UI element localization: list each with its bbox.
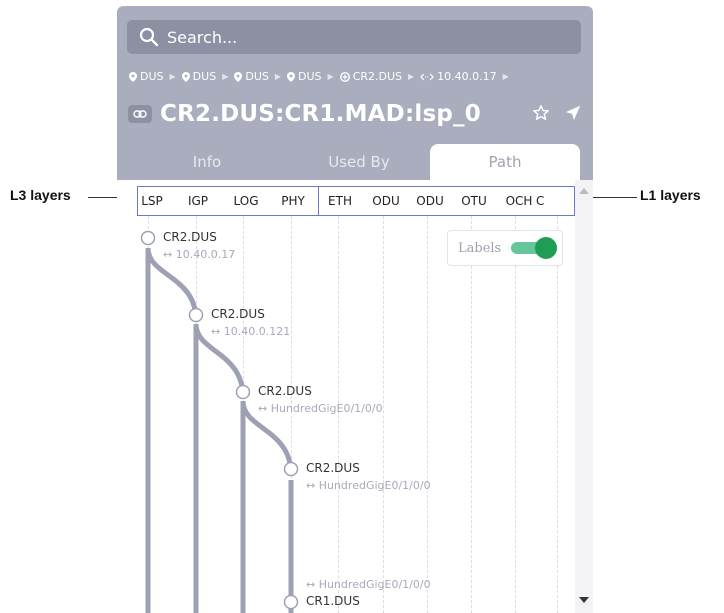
- node-interface-value: HundredGigE0/1/0/0: [270, 402, 383, 415]
- tab-info[interactable]: Info: [132, 144, 282, 180]
- breadcrumb-item[interactable]: 10.40.0.17: [420, 70, 497, 83]
- router-icon: [339, 71, 350, 82]
- location-pin-icon: [129, 71, 137, 82]
- layer-eth[interactable]: ETH: [320, 187, 360, 215]
- node-interface: ↔ HundredGigE0/1/0/0: [306, 479, 431, 492]
- page: L3 layers L1 layers Search... DUS ▶ DUS …: [0, 0, 724, 613]
- title-row: CR2.DUS:CR1.MAD:lsp_0: [128, 98, 582, 130]
- node-name[interactable]: CR2.DUS: [211, 307, 265, 321]
- breadcrumb-label: DUS: [192, 70, 217, 83]
- breadcrumb-item[interactable]: DUS: [234, 70, 269, 83]
- chevron-right-icon: ▶: [408, 72, 415, 81]
- chevron-right-icon: ▶: [502, 72, 509, 81]
- path-node[interactable]: [188, 307, 204, 323]
- layer-log[interactable]: LOG: [226, 187, 266, 215]
- layers-header: LSP IGP LOG PHY ETH ODU ODU OTU OCH C: [137, 186, 575, 216]
- callout-l1-layers: L1 layers: [640, 187, 701, 203]
- node-name[interactable]: CR2.DUS: [306, 461, 360, 475]
- breadcrumb-label: CR2.DUS: [352, 70, 403, 83]
- chevron-right-icon: ▶: [222, 72, 229, 81]
- node-interface-value: HundredGigE0/1/0/0: [318, 479, 431, 492]
- tab-used-by[interactable]: Used By: [284, 144, 434, 180]
- breadcrumb-label: DUS: [245, 70, 269, 83]
- tab-bar: Info Used By Path: [117, 144, 593, 180]
- layer-odu-2[interactable]: ODU: [410, 187, 450, 215]
- layer-lsp[interactable]: LSP: [132, 187, 172, 215]
- location-pin-icon: [287, 71, 296, 82]
- toggle-switch[interactable]: [511, 237, 558, 259]
- search-icon: [139, 27, 159, 47]
- path-node[interactable]: [235, 384, 251, 400]
- star-icon[interactable]: [532, 104, 550, 122]
- tab-path[interactable]: Path: [430, 144, 580, 180]
- path-node[interactable]: [140, 230, 156, 246]
- location-pin-icon: [234, 71, 243, 82]
- navigate-icon[interactable]: [564, 104, 582, 122]
- node-interface-value: 10.40.0.121: [223, 325, 291, 338]
- path-panel: Search... DUS ▶ DUS ▶ DUS ▶ DUS ▶ CR2.DU…: [117, 6, 593, 613]
- breadcrumb-item[interactable]: DUS: [129, 70, 164, 83]
- node-interface: ↔ 10.40.0.17: [163, 248, 236, 261]
- node-name[interactable]: CR2.DUS: [163, 230, 217, 244]
- link-icon: [128, 105, 152, 123]
- breadcrumb-item[interactable]: DUS: [181, 70, 217, 83]
- layer-och[interactable]: OCH: [499, 187, 539, 215]
- path-node[interactable]: [283, 461, 299, 477]
- panel-header: Search... DUS ▶ DUS ▶ DUS ▶ DUS ▶ CR2.DU…: [117, 6, 593, 180]
- breadcrumb-label: DUS: [298, 70, 322, 83]
- breadcrumb-item[interactable]: CR2.DUS: [339, 70, 403, 83]
- scrollbar[interactable]: [575, 180, 593, 613]
- node-name[interactable]: CR1.DUS: [306, 594, 360, 608]
- layer-igp[interactable]: IGP: [178, 187, 218, 215]
- layer-c[interactable]: C: [536, 187, 548, 215]
- callout-l3-layers: L3 layers: [10, 187, 71, 203]
- layer-odu[interactable]: ODU: [366, 187, 406, 215]
- breadcrumb: DUS ▶ DUS ▶ DUS ▶ DUS ▶ CR2.DUS ▶ 10.40.…: [129, 70, 509, 83]
- search-input[interactable]: Search...: [127, 20, 581, 54]
- chevron-right-icon: ▶: [274, 72, 282, 81]
- node-interface: ↔ HundredGigE0/1/0/0: [258, 402, 383, 415]
- labels-toggle[interactable]: Labels: [447, 230, 563, 266]
- layer-divider: [318, 186, 319, 216]
- scroll-up-icon[interactable]: [579, 188, 589, 194]
- layer-otu[interactable]: OTU: [454, 187, 494, 215]
- location-pin-icon: [181, 71, 190, 82]
- page-title: CR2.DUS:CR1.MAD:lsp_0: [160, 101, 481, 127]
- breadcrumb-label: 10.40.0.17: [437, 70, 497, 83]
- node-interface-value: HundredGigE0/1/0/0: [318, 578, 431, 591]
- scroll-down-icon[interactable]: [579, 597, 589, 603]
- path-diagram: CR2.DUS ↔ 10.40.0.17 CR2.DUS ↔ 10.40.0.1…: [117, 216, 575, 613]
- chevron-right-icon: ▶: [327, 72, 334, 81]
- interface-arrows-icon: [420, 73, 435, 80]
- labels-toggle-label: Labels: [458, 240, 502, 256]
- search-placeholder: Search...: [167, 27, 238, 47]
- layer-phy[interactable]: PHY: [273, 187, 313, 215]
- node-interface-value: 10.40.0.17: [175, 248, 236, 261]
- path-node[interactable]: [283, 594, 299, 610]
- breadcrumb-label: DUS: [140, 70, 164, 83]
- breadcrumb-item[interactable]: DUS: [287, 70, 322, 83]
- node-name[interactable]: CR2.DUS: [258, 384, 312, 398]
- node-interface: ↔ 10.40.0.121: [211, 325, 291, 338]
- toggle-knob: [535, 237, 558, 259]
- node-interface: ↔ HundredGigE0/1/0/0: [306, 578, 431, 591]
- chevron-right-icon: ▶: [169, 72, 176, 81]
